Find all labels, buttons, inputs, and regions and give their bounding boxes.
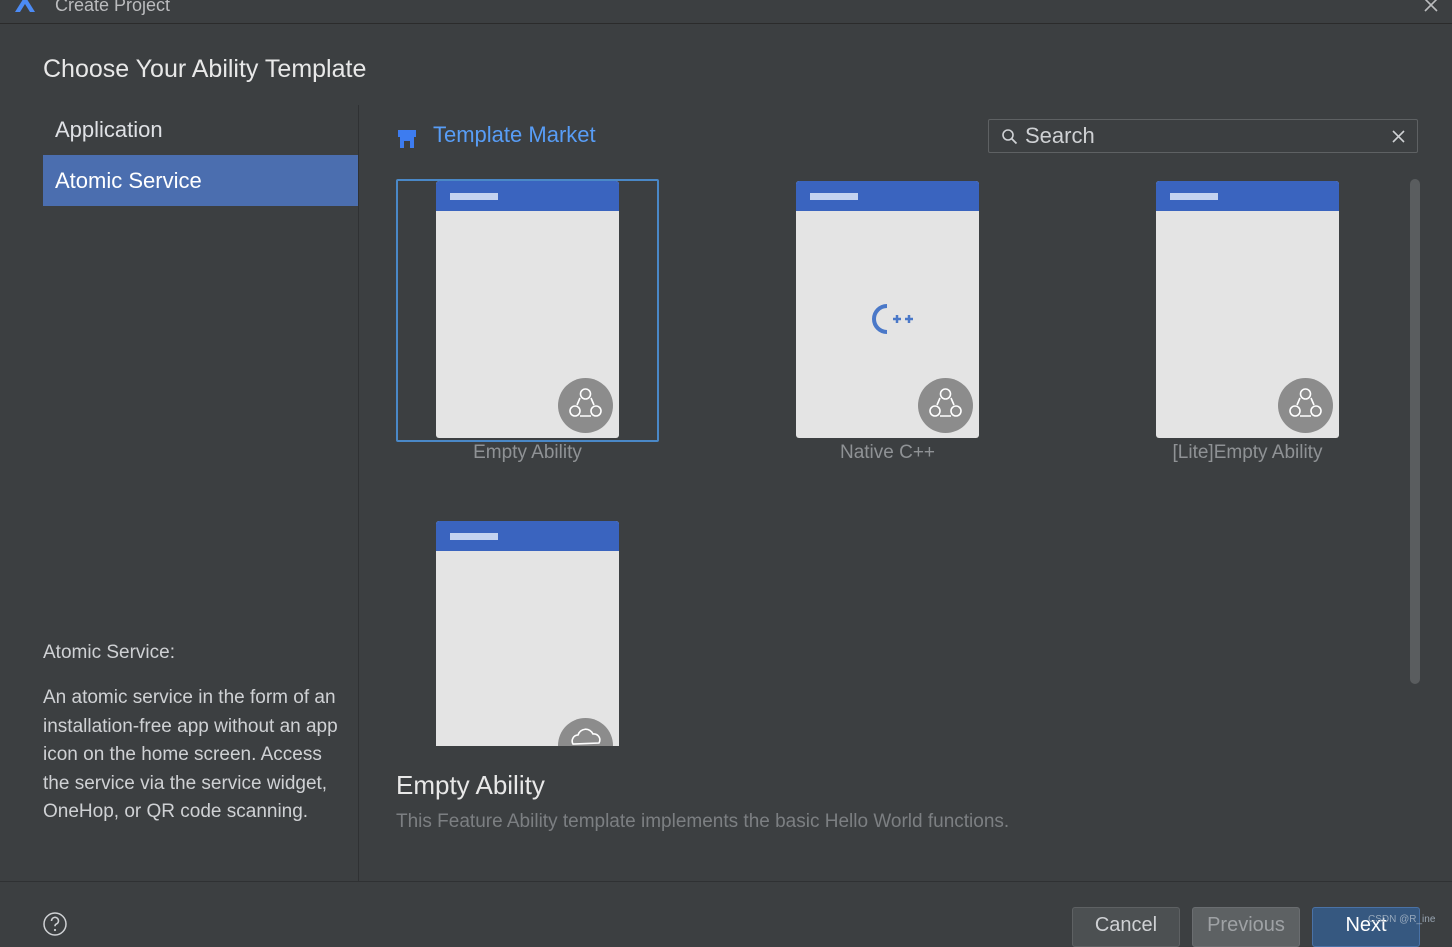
thumbnail-title-line xyxy=(450,533,498,540)
help-icon[interactable] xyxy=(43,912,67,936)
template-card-empty-ability[interactable]: Empty Ability xyxy=(396,179,659,479)
search-icon xyxy=(1002,129,1018,145)
search-input[interactable] xyxy=(1025,122,1385,150)
template-label: Empty Ability xyxy=(473,442,582,463)
search-box[interactable] xyxy=(988,119,1418,153)
next-button[interactable]: Next xyxy=(1312,907,1420,947)
thumbnail-header xyxy=(796,181,979,211)
category-application[interactable]: Application xyxy=(43,104,358,155)
thumbnail-title-line xyxy=(450,193,498,200)
close-icon[interactable] xyxy=(1422,0,1440,14)
template-label: Native C++ xyxy=(839,442,936,463)
cloud-badge-icon xyxy=(558,718,613,746)
thumbnail-header xyxy=(436,521,619,551)
template-card-native-cpp[interactable]: Native C++ xyxy=(756,179,1019,479)
service-badge-icon xyxy=(1278,378,1333,433)
template-thumbnail xyxy=(436,181,619,438)
previous-button[interactable]: Previous xyxy=(1192,907,1300,947)
page-heading: Choose Your Ability Template xyxy=(43,55,367,83)
footer-divider xyxy=(0,881,1452,882)
template-thumbnail xyxy=(796,181,979,438)
category-label: Atomic Service xyxy=(55,168,202,193)
cancel-button[interactable]: Cancel xyxy=(1072,907,1180,947)
thumbnail-header xyxy=(436,181,619,211)
thumbnail-title-line xyxy=(810,193,858,200)
thumbnail-header xyxy=(1156,181,1339,211)
window-title: Create Project xyxy=(55,0,171,15)
title-bar: Create Project xyxy=(0,0,1452,24)
panel-divider xyxy=(358,105,359,881)
detail-description: This Feature Ability template implements… xyxy=(396,811,1010,832)
template-card-cloud[interactable] xyxy=(396,518,659,746)
store-icon[interactable] xyxy=(396,128,418,150)
category-label: Application xyxy=(55,117,163,142)
category-atomic-service[interactable]: Atomic Service xyxy=(43,155,358,206)
clear-icon[interactable] xyxy=(1391,129,1406,144)
template-thumbnail xyxy=(436,521,619,746)
template-label: [Lite]Empty Ability xyxy=(1172,442,1323,463)
detail-title: Empty Ability xyxy=(396,770,545,800)
template-thumbnail xyxy=(1156,181,1339,438)
templates-scrollbar[interactable] xyxy=(1410,179,1420,684)
template-card-lite-empty-ability[interactable]: [Lite]Empty Ability xyxy=(1116,179,1379,479)
template-market-link[interactable]: Template Market xyxy=(433,122,596,148)
category-description-title: Atomic Service: xyxy=(43,642,175,663)
watermark: CSDN @R_ine xyxy=(1368,914,1436,925)
service-badge-icon xyxy=(558,378,613,433)
app-logo-icon xyxy=(15,0,35,12)
thumbnail-title-line xyxy=(1170,193,1218,200)
category-description-body: An atomic service in the form of an inst… xyxy=(43,687,338,822)
service-badge-icon xyxy=(918,378,973,433)
cpp-icon xyxy=(872,304,913,334)
